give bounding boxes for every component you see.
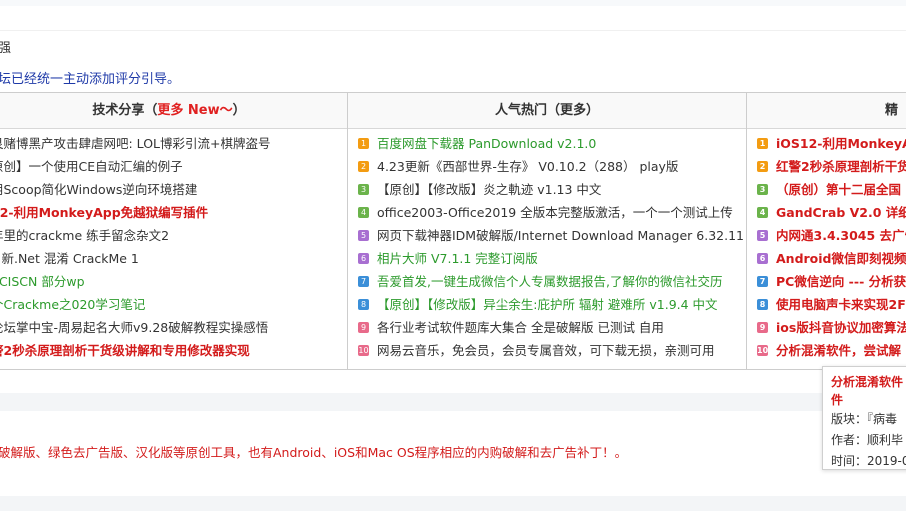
top-strip <box>0 0 906 31</box>
rank-badge: 3 <box>358 184 369 195</box>
popular-item-text[interactable]: 【原创】【修改版】异尘余生:庇护所 辐射 避难所 v1.9.4 中文 <box>377 297 718 312</box>
featured-column: 精 1 iOS12-利用MonkeyApp 2 红警2秒杀原理剖析干货 3 （原创）第… <box>746 93 906 369</box>
notice-line[interactable]: 坛已经统一主动添加评分引导。 <box>0 68 180 87</box>
tech-item[interactable]: 艮赌博黑产攻击肆虐网吧: LOL博彩引流+棋牌盗号 <box>0 132 347 155</box>
featured-item[interactable]: 5 内网通3.4.3045 去广告 <box>747 224 906 247</box>
tech-item[interactable]: 个Crackme之020学习笔记 <box>0 293 347 316</box>
featured-item[interactable]: 2 红警2秒杀原理剖析干货 <box>747 155 906 178</box>
rank-badge: 8 <box>757 299 768 310</box>
featured-item[interactable]: 3 （原创）第十二届全国 <box>747 178 906 201</box>
featured-title[interactable]: 精 <box>885 103 898 118</box>
popular-item[interactable]: 1 百度网盘下载器 PanDownload v2.1.0 <box>348 132 746 155</box>
popular-item-text[interactable]: 【原创】【修改版】炎之軌迹 v1.13 中文 <box>377 182 601 197</box>
popular-column: 人气热门（更多） 1 百度网盘下载器 PanDownload v2.1.0 2 4.… <box>347 93 746 369</box>
rank-badge: 8 <box>358 299 369 310</box>
featured-item[interactable]: 7 PC微信逆向 --- 分析获 <box>747 270 906 293</box>
popular-item[interactable]: 10 网易云音乐，免会员，会员专属音效，可下载无损，亲测可用 <box>348 339 746 362</box>
rank-badge: 1 <box>358 138 369 149</box>
featured-item-text[interactable]: PC微信逆向 --- 分析获 <box>776 274 906 289</box>
featured-item-text[interactable]: GandCrab V2.0 详细分 <box>776 205 906 220</box>
featured-item[interactable]: 8 使用电脑声卡来实现2F <box>747 293 906 316</box>
popular-item-text[interactable]: 百度网盘下载器 PanDownload v2.1.0 <box>377 136 596 151</box>
thread-tooltip: 分析混淆软件 件 版块：『病毒 作者：顺利毕 时间：2019-0 <box>822 366 906 470</box>
rank-badge: 7 <box>358 276 369 287</box>
featured-item-text[interactable]: （原创）第十二届全国 <box>776 182 901 197</box>
featured-item[interactable]: 1 iOS12-利用MonkeyApp <box>747 132 906 155</box>
popular-item-text[interactable]: 4.23更新《西部世界-生存》 V0.10.2（288） play版 <box>377 159 678 174</box>
tooltip-title-cont: 件 <box>831 393 844 407</box>
featured-item-text[interactable]: 内网通3.4.3045 去广告 <box>776 228 906 243</box>
popular-item[interactable]: 9 各行业考试软件题库大集合 全是破解版 已测试 自用 <box>348 316 746 339</box>
popular-item[interactable]: 4 office2003-Office2019 全版本完整版激活，一个一个测试上传 <box>348 201 746 224</box>
tech-item[interactable]: 年里的crackme 练手留念杂文2 <box>0 224 347 247</box>
popular-item[interactable]: 5 网页下载神器IDM破解版/Internet Download Manager … <box>348 224 746 247</box>
rank-badge: 3 <box>757 184 768 195</box>
tooltip-board: 版块：『病毒 <box>831 412 898 426</box>
rank-badge: 2 <box>358 161 369 172</box>
bottom-separator <box>0 496 906 511</box>
popular-item-text[interactable]: 相片大师 V7.1.1 完整订阅版 <box>377 251 538 266</box>
rank-badge: 9 <box>757 322 768 333</box>
featured-item-text[interactable]: 使用电脑声卡来实现2F <box>776 297 906 312</box>
featured-item-text[interactable]: iOS12-利用MonkeyApp <box>776 136 906 151</box>
featured-item[interactable]: 9 ios版抖音协议加密算法 <box>747 316 906 339</box>
tech-item[interactable]: 用Scoop简化Windows逆向环境搭建 <box>0 178 347 201</box>
popular-item-text[interactable]: 吾爱首发,一键生成微信个人专属数据报告,了解你的微信社交历 <box>377 274 722 289</box>
header-line: 强 <box>0 41 12 56</box>
section-description: 破解版、绿色去广告版、汉化版等原创工具，也有Android、iOS和Mac OS… <box>0 445 628 460</box>
rank-badge: 6 <box>358 253 369 264</box>
tech-share-list: 艮赌博黑产攻击肆虐网吧: LOL博彩引流+棋牌盗号 原创】一个使用CE自动汇编的… <box>0 129 347 362</box>
tech-share-column: 技术分享（更多 New～） 艮赌博黑产攻击肆虐网吧: LOL博彩引流+棋牌盗号 … <box>0 93 347 369</box>
featured-item-text[interactable]: 红警2秒杀原理剖析干货 <box>776 159 906 174</box>
rank-badge: 10 <box>757 345 769 356</box>
popular-title[interactable]: 人气热门（更多） <box>495 103 599 118</box>
tech-share-header: 技术分享（更多 New～） <box>0 93 347 129</box>
tooltip-title: 分析混淆软件 <box>831 375 904 389</box>
rank-badge: 1 <box>757 138 768 149</box>
featured-item[interactable]: 6 Android微信即刻视频 <box>747 247 906 270</box>
popular-item[interactable]: 7 吾爱首发,一键生成微信个人专属数据报告,了解你的微信社交历 <box>348 270 746 293</box>
tech-item[interactable]: s 新.Net 混淆 CrackMe 1 <box>0 247 347 270</box>
popular-header[interactable]: 人气热门（更多） <box>348 93 746 129</box>
tooltip-author: 作者：顺利毕 <box>831 433 904 447</box>
featured-item[interactable]: 10 分析混淆软件，尝试解 <box>747 339 906 362</box>
rank-badge: 6 <box>757 253 768 264</box>
section-separator <box>0 393 906 411</box>
featured-item[interactable]: 4 GandCrab V2.0 详细分 <box>747 201 906 224</box>
top-faint-bar <box>0 0 906 6</box>
popular-item-text[interactable]: 网易云音乐，免会员，会员专属音效，可下载无损，亲测可用 <box>377 343 715 358</box>
popular-item-text[interactable]: office2003-Office2019 全版本完整版激活，一个一个测试上传 <box>377 205 733 220</box>
rank-badge: 2 <box>757 161 768 172</box>
forum-columns: 技术分享（更多 New～） 艮赌博黑产攻击肆虐网吧: LOL博彩引流+棋牌盗号 … <box>0 92 906 370</box>
featured-list: 1 iOS12-利用MonkeyApp 2 红警2秒杀原理剖析干货 3 （原创）第十二… <box>747 129 906 362</box>
tech-item[interactable]: 论坛掌中宝-周易起名大师v9.28破解教程实操感悟 <box>0 316 347 339</box>
popular-item-text[interactable]: 网页下载神器IDM破解版/Internet Download Manager 6… <box>377 228 744 243</box>
rank-badge: 4 <box>358 207 369 218</box>
popular-item[interactable]: 3 【原创】【修改版】炎之軌迹 v1.13 中文 <box>348 178 746 201</box>
tech-item[interactable]: 原创】一个使用CE自动汇编的例子 <box>0 155 347 178</box>
popular-item[interactable]: 6 相片大师 V7.1.1 完整订阅版 <box>348 247 746 270</box>
rank-badge: 10 <box>358 345 369 356</box>
tech-item[interactable]: 警2秒杀原理剖析干货级讲解和专用修改器实现 <box>0 339 347 362</box>
rank-badge: 4 <box>757 207 768 218</box>
popular-list: 1 百度网盘下载器 PanDownload v2.1.0 2 4.23更新《西部世界… <box>348 129 746 362</box>
rank-badge: 9 <box>358 322 369 333</box>
forum-page: 强 坛已经统一主动添加评分引导。 技术分享（更多 New～） 艮赌博黑产攻击肆虐… <box>0 0 906 511</box>
featured-item-text[interactable]: ios版抖音协议加密算法 <box>776 320 906 335</box>
tech-share-title-end: ） <box>232 103 246 118</box>
popular-item-text[interactable]: 各行业考试软件题库大集合 全是破解版 已测试 自用 <box>377 320 664 335</box>
featured-item-text[interactable]: Android微信即刻视频 <box>776 251 906 266</box>
tech-share-title: 技术分享（ <box>92 103 158 118</box>
tech-item[interactable]: 9CISCN 部分wp <box>0 270 347 293</box>
featured-item-text[interactable]: 分析混淆软件，尝试解 <box>776 343 901 358</box>
tech-item[interactable]: 12-利用MonkeyApp免越狱编写插件 <box>0 201 347 224</box>
featured-header[interactable]: 精 <box>747 93 906 129</box>
popular-item[interactable]: 8 【原创】【修改版】异尘余生:庇护所 辐射 避难所 v1.9.4 中文 <box>348 293 746 316</box>
rank-badge: 5 <box>757 230 768 241</box>
rank-badge: 5 <box>358 230 369 241</box>
popular-item[interactable]: 2 4.23更新《西部世界-生存》 V0.10.2（288） play版 <box>348 155 746 178</box>
tooltip-time: 时间：2019-0 <box>831 454 906 468</box>
rank-badge: 7 <box>757 276 768 287</box>
tech-share-more-link[interactable]: 更多 New～ <box>157 103 232 118</box>
